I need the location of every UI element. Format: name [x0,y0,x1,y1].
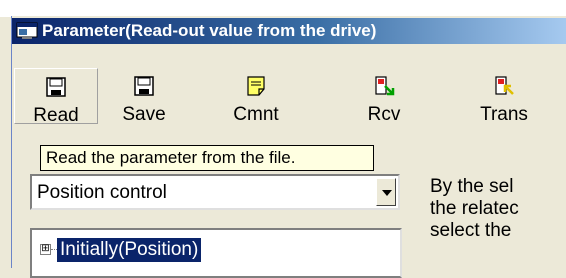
app-window-icon [16,22,38,40]
trans-button-label: Trans [480,104,528,125]
tree-node-initially-position[interactable]: Initially(Position) [57,238,202,262]
chevron-down-icon[interactable] [376,178,396,206]
trans-button[interactable]: Trans [462,68,546,125]
floppy-disk-icon [102,76,186,98]
cmnt-button-label: Cmnt [233,104,279,125]
floppy-disk-icon [15,77,97,99]
rcv-button[interactable]: Rcv [344,68,424,125]
expand-plus-icon[interactable]: ⊞ [40,244,51,255]
cmnt-button[interactable]: Cmnt [210,68,302,125]
window-title: Parameter(Read-out value from the drive) [42,21,377,40]
title-bar[interactable]: Parameter(Read-out value from the drive) [12,18,566,44]
read-button[interactable]: Read [14,68,98,126]
description-line: the relatec [430,198,519,219]
description-text: By the sel the relatec select the [430,176,519,242]
control-mode-value: Position control [37,182,167,203]
save-button[interactable]: Save [102,68,186,125]
read-button-label: Read [33,105,79,126]
parameter-tree[interactable]: ⊞ Initially(Position) [30,228,402,278]
save-button-label: Save [122,104,166,125]
rcv-button-label: Rcv [367,104,401,125]
control-mode-select[interactable]: Position control [30,174,400,210]
note-icon [210,76,302,98]
description-line: By the sel [430,176,514,197]
description-line: select the [430,220,512,241]
transmit-icon [462,76,546,98]
background-strip [0,0,566,17]
read-button-tooltip: Read the parameter from the file. [40,145,374,171]
receive-icon [344,76,424,98]
